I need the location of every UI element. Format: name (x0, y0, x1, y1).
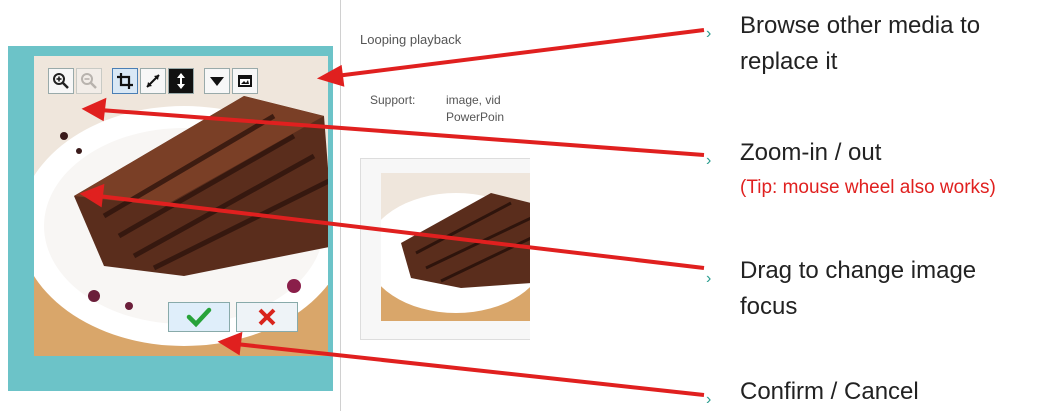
image-toolbar (48, 66, 258, 96)
callout-confirm-text: Confirm / Cancel (740, 378, 919, 405)
media-editor-panel (0, 0, 340, 411)
zoom-in-button[interactable] (48, 68, 74, 94)
chevron-right-icon: › (706, 270, 712, 287)
panel-divider (340, 0, 341, 411)
fit-vertical-button[interactable] (168, 68, 194, 94)
close-icon (258, 308, 276, 326)
confirm-button[interactable] (168, 302, 230, 332)
callout-drag-line1: Drag to change image (740, 257, 977, 284)
callout-drag-line2: focus (740, 293, 798, 320)
confirm-cancel-row (168, 302, 298, 332)
zoom-out-button[interactable] (76, 68, 102, 94)
chevron-right-icon: › (706, 391, 712, 408)
chevron-right-icon: › (706, 152, 712, 169)
support-value-line2: PowerPoin (446, 110, 505, 124)
media-thumbnail[interactable] (381, 173, 530, 321)
support-value-line1: image, vid (446, 93, 501, 107)
chevron-right-icon: › (706, 25, 712, 42)
browse-media-icon (238, 75, 252, 87)
support-label: Support: (370, 93, 416, 107)
media-thumbnail-card[interactable] (360, 158, 530, 340)
fit-vertical-icon (177, 73, 185, 89)
fit-diagonal-icon (146, 74, 160, 88)
dropdown-icon (210, 77, 224, 86)
zoom-out-icon (81, 73, 97, 89)
callout-zoom-text: Zoom-in / out (740, 139, 882, 166)
cancel-button[interactable] (236, 302, 298, 332)
callout-browse-line2: replace it (740, 48, 838, 75)
crop-button[interactable] (112, 68, 138, 94)
browse-media-button[interactable] (232, 68, 258, 94)
media-settings-panel: Looping playback Support: image, vid Pow… (342, 0, 530, 411)
callout-tip: (Tip: mouse wheel also works) (740, 177, 996, 198)
checkmark-icon (186, 307, 212, 328)
callout-browse-line1: Browse other media to (740, 12, 981, 39)
fit-diagonal-button[interactable] (140, 68, 166, 94)
crop-icon (117, 73, 133, 89)
looping-playback-label: Looping playback (360, 32, 462, 47)
zoom-in-icon (53, 73, 69, 89)
dropdown-button[interactable] (204, 68, 230, 94)
